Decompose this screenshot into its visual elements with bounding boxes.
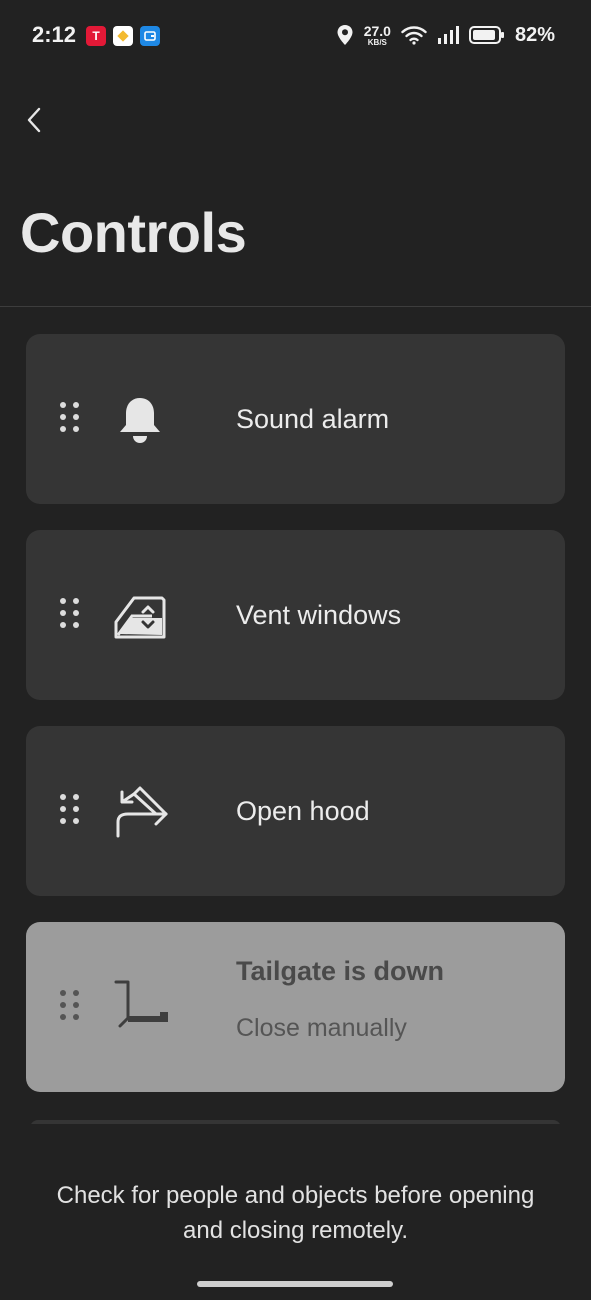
vent-window-icon <box>114 596 166 639</box>
page-title: Controls <box>20 201 247 264</box>
back-button[interactable] <box>14 100 54 140</box>
hood-icon <box>116 786 168 838</box>
network-speed-unit: KB/S <box>367 37 387 47</box>
control-sublabel: Close manually <box>236 1014 407 1042</box>
control-label: Tailgate is down <box>236 956 445 986</box>
drag-handle-icon[interactable] <box>60 598 82 632</box>
drag-handle-icon[interactable] <box>60 402 82 436</box>
cellular-signal-icon <box>437 26 459 44</box>
status-icons: 27.0 KB/S 82% <box>336 20 555 50</box>
status-bar: 2:12 T 27.0 KB/S 82% <box>0 0 591 72</box>
safety-note: Check for people and objects before open… <box>0 1178 591 1248</box>
tailgate-icon <box>114 980 168 1028</box>
safety-note-line-1: Check for people and objects before open… <box>56 1182 535 1209</box>
open-hood-card[interactable]: Open hood <box>26 726 565 896</box>
binance-app-icon <box>113 26 133 46</box>
header-divider <box>0 306 591 307</box>
vent-windows-card[interactable]: Vent windows <box>26 530 565 700</box>
network-speed: 27.0 KB/S <box>364 24 391 47</box>
control-label: Open hood <box>236 796 370 826</box>
wallet-app-icon <box>140 26 160 46</box>
network-speed-value: 27.0 <box>363 22 391 39</box>
control-label: Vent windows <box>236 600 402 630</box>
safety-note-line-2: and closing remotely. <box>183 1217 408 1244</box>
chevron-left-icon <box>27 107 41 133</box>
drag-handle-icon[interactable] <box>60 990 82 1024</box>
home-indicator[interactable] <box>197 1281 393 1287</box>
battery-icon <box>468 26 504 44</box>
tailgate-card[interactable]: Tailgate is down Close manually <box>26 922 565 1092</box>
location-icon <box>337 25 353 45</box>
status-time: 2:12 <box>32 22 77 47</box>
control-label: Sound alarm <box>236 404 390 434</box>
controls-list: Sound alarm Vent windows Open hood Tailg… <box>26 334 565 1118</box>
tesla-app-icon: T <box>86 26 106 46</box>
battery-percent: 82% <box>514 23 555 46</box>
sound-alarm-card[interactable]: Sound alarm <box>26 334 565 504</box>
drag-handle-icon[interactable] <box>60 794 82 828</box>
wifi-icon <box>401 26 427 45</box>
bell-icon <box>120 398 160 443</box>
